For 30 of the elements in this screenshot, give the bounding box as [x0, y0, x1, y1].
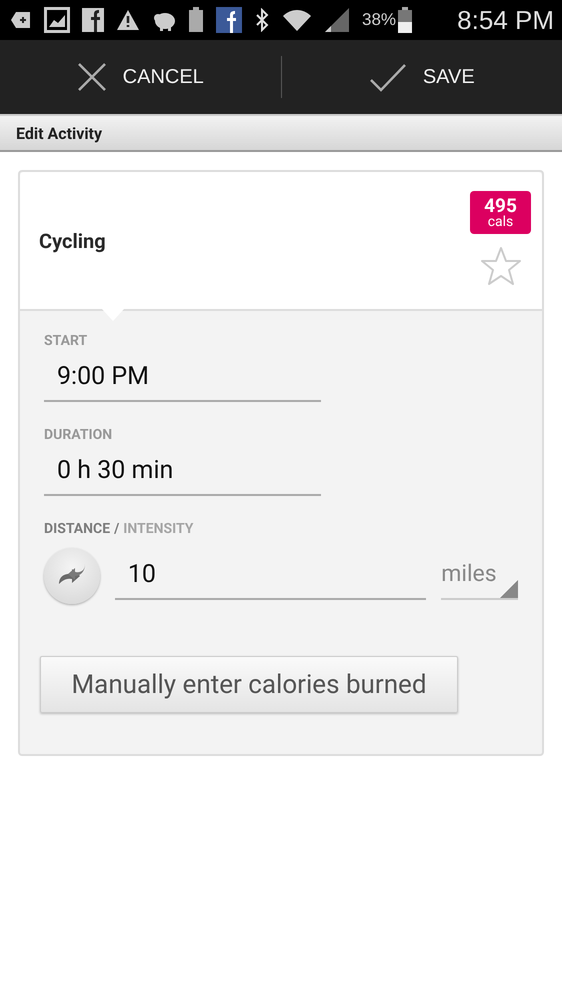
- field-label: DURATION: [44, 427, 114, 443]
- plus-tag-icon: [10, 10, 32, 30]
- image-icon: [44, 7, 70, 33]
- mode-separator: /: [114, 521, 120, 537]
- section-title: Edit Activity: [16, 124, 102, 142]
- field-label: START: [44, 333, 88, 349]
- mode-tab[interactable]: DISTANCE: [44, 521, 110, 537]
- check-icon: [368, 62, 407, 92]
- clock: 8:54 PM: [457, 4, 554, 36]
- close-icon: [76, 62, 107, 92]
- battery-outline-icon: [188, 7, 204, 33]
- input-field[interactable]: 9:00 PM: [44, 362, 321, 402]
- battery-icon: [398, 7, 412, 33]
- facebook-icon: [82, 8, 104, 32]
- distance-field[interactable]: 10: [114, 560, 426, 600]
- star-icon[interactable]: [480, 246, 522, 286]
- wifi-icon: [282, 8, 312, 32]
- activity-name: Cycling: [39, 228, 106, 252]
- battery-percent: 38%: [362, 10, 396, 30]
- warning-icon: [116, 9, 140, 31]
- input-field[interactable]: 0 h 30 min: [44, 456, 321, 496]
- bluetooth-icon: [254, 8, 270, 32]
- signal-icon: [324, 8, 350, 32]
- save-button[interactable]: SAVE: [282, 40, 562, 114]
- facebook-app-icon: [216, 7, 242, 33]
- calories-badge: 495 cals: [470, 191, 531, 234]
- cancel-button[interactable]: CANCEL: [0, 40, 280, 114]
- dropdown-corner-icon: [500, 580, 518, 598]
- manual-calories-button[interactable]: Manually enter calories burned: [40, 656, 458, 713]
- swap-button[interactable]: [44, 548, 100, 604]
